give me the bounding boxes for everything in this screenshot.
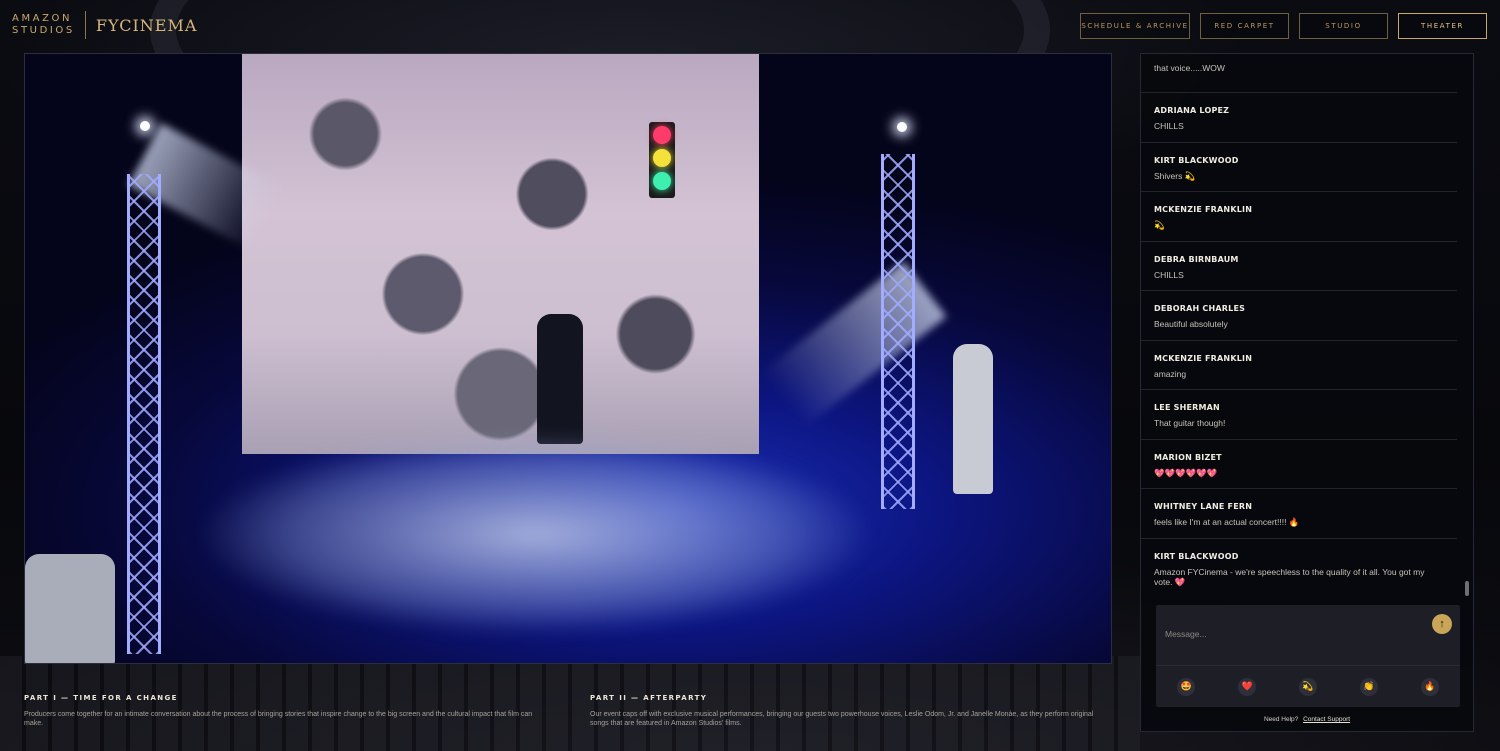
caption-part-one: PART I — TIME FOR A CHANGE Producers com…	[24, 694, 536, 728]
help-footer: Need Help? Contact Support	[1141, 716, 1473, 723]
caption-body: Producers come together for an intimate …	[24, 711, 533, 727]
caption-body: Our event caps off with exclusive musica…	[590, 711, 1094, 727]
caption-title: PART I — TIME FOR A CHANGE	[24, 694, 178, 702]
amazon-studios-wordmark: AMAZON STUDIOS	[12, 13, 75, 36]
star-struck-icon[interactable]: 🤩	[1177, 677, 1196, 696]
message-input[interactable]	[1156, 605, 1460, 663]
chat-message: KIRT BLACKWOOD Amazon FYCinema - we're s…	[1141, 539, 1457, 597]
nav-theater[interactable]: THEATER	[1398, 13, 1487, 39]
chat-message-text: feels like I'm at an actual concert!!!! …	[1154, 517, 1300, 527]
fycinema-wordmark: FYCINEMA	[95, 15, 198, 35]
reaction-bar: 🤩 ❤️ 💫 👏 🔥	[1156, 665, 1460, 707]
clap-icon[interactable]: 👏	[1359, 677, 1378, 696]
chat-message-list[interactable]: that voice.....WOW ADRIANA LOPEZ CHILLS …	[1141, 54, 1461, 596]
chat-panel: that voice.....WOW ADRIANA LOPEZ CHILLS …	[1140, 53, 1474, 732]
chat-message-text: Beautiful absolutely	[1154, 319, 1228, 329]
arrow-up-icon: ↑	[1439, 618, 1445, 630]
chat-message-text: Shivers 💫	[1154, 170, 1196, 181]
heart-icon[interactable]: ❤️	[1238, 677, 1257, 696]
spotlight-lamp-left	[140, 121, 150, 131]
drummer-figure	[25, 554, 115, 663]
chat-message-text: CHILLS	[1154, 121, 1184, 131]
spotlight-lamp-right	[897, 122, 907, 132]
fire-icon[interactable]: 🔥	[1420, 677, 1439, 696]
contact-support-link[interactable]: Contact Support	[1303, 716, 1350, 723]
logo-divider	[84, 11, 86, 39]
stage-fog	[175, 384, 1075, 663]
chat-message: LEE SHERMAN That guitar though!	[1141, 390, 1457, 440]
nav-studio[interactable]: STUDIO	[1299, 13, 1388, 39]
chat-message-text: Amazon FYCinema - we're speechless to th…	[1154, 566, 1425, 587]
chat-message-author: ADRIANA LOPEZ	[1154, 106, 1230, 115]
chat-message-text: amazing	[1154, 368, 1187, 379]
chat-message-author: MARION BIZET	[1154, 452, 1222, 462]
chat-message-text: That guitar though!	[1154, 418, 1226, 428]
chat-message-author: DEBRA BIRNBAUM	[1154, 254, 1239, 264]
chat-message: KIRT BLACKWOOD Shivers 💫	[1141, 143, 1457, 192]
caption-part-two: PART II — AFTERPARTY Our event caps off …	[590, 694, 1102, 728]
dizzy-icon[interactable]: 💫	[1298, 677, 1317, 696]
nav-schedule-archive[interactable]: SCHEDULE & ARCHIVE	[1080, 13, 1190, 39]
chat-message-text: that voice.....WOW	[1154, 63, 1225, 73]
video-player[interactable]	[24, 53, 1112, 664]
chat-message: DEBORAH CHARLES Beautiful absolutely	[1141, 291, 1457, 341]
light-truss-left	[127, 174, 161, 654]
chat-message-author: KIRT BLACKWOOD	[1154, 155, 1239, 165]
chat-message-author: KIRT BLACKWOOD	[1154, 551, 1239, 561]
chat-message: DEBRA BIRNBAUM CHILLS	[1141, 242, 1457, 291]
chat-message-text: 💖💖💖💖💖💖	[1154, 467, 1218, 478]
caption-title: PART II — AFTERPARTY	[590, 694, 708, 702]
nav-red-carpet[interactable]: RED CARPET	[1200, 13, 1289, 39]
chat-message-text: 💫	[1154, 220, 1165, 230]
chat-message-author: MCKENZIE FRANKLIN	[1154, 353, 1253, 363]
chat-composer: ↑ 🤩 ❤️ 💫 👏 🔥	[1156, 605, 1460, 707]
chat-message: that voice.....WOW	[1141, 62, 1457, 93]
chat-message-text: CHILLS	[1154, 269, 1184, 280]
traffic-light-prop	[649, 122, 675, 198]
chat-message-author: DEBORAH CHARLES	[1154, 304, 1246, 313]
top-nav: SCHEDULE & ARCHIVE RED CARPET STUDIO THE…	[1080, 13, 1487, 39]
chat-message: MCKENZIE FRANKLIN 💫	[1141, 192, 1457, 242]
chat-message: ADRIANA LOPEZ CHILLS	[1141, 93, 1457, 143]
chat-scrollbar[interactable]	[1465, 581, 1469, 596]
chat-message: WHITNEY LANE FERN feels like I'm at an a…	[1141, 489, 1457, 539]
chat-message-author: MCKENZIE FRANKLIN	[1154, 205, 1253, 214]
chat-message: MARION BIZET 💖💖💖💖💖💖	[1141, 440, 1457, 489]
chat-message-author: LEE SHERMAN	[1154, 403, 1220, 412]
brand-logo[interactable]: AMAZON STUDIOS FYCINEMA	[12, 11, 197, 39]
chat-message-author: WHITNEY LANE FERN	[1154, 502, 1253, 511]
chat-message: MCKENZIE FRANKLIN amazing	[1141, 341, 1457, 390]
send-button[interactable]: ↑	[1432, 614, 1452, 634]
help-text: Need Help?	[1263, 716, 1299, 723]
